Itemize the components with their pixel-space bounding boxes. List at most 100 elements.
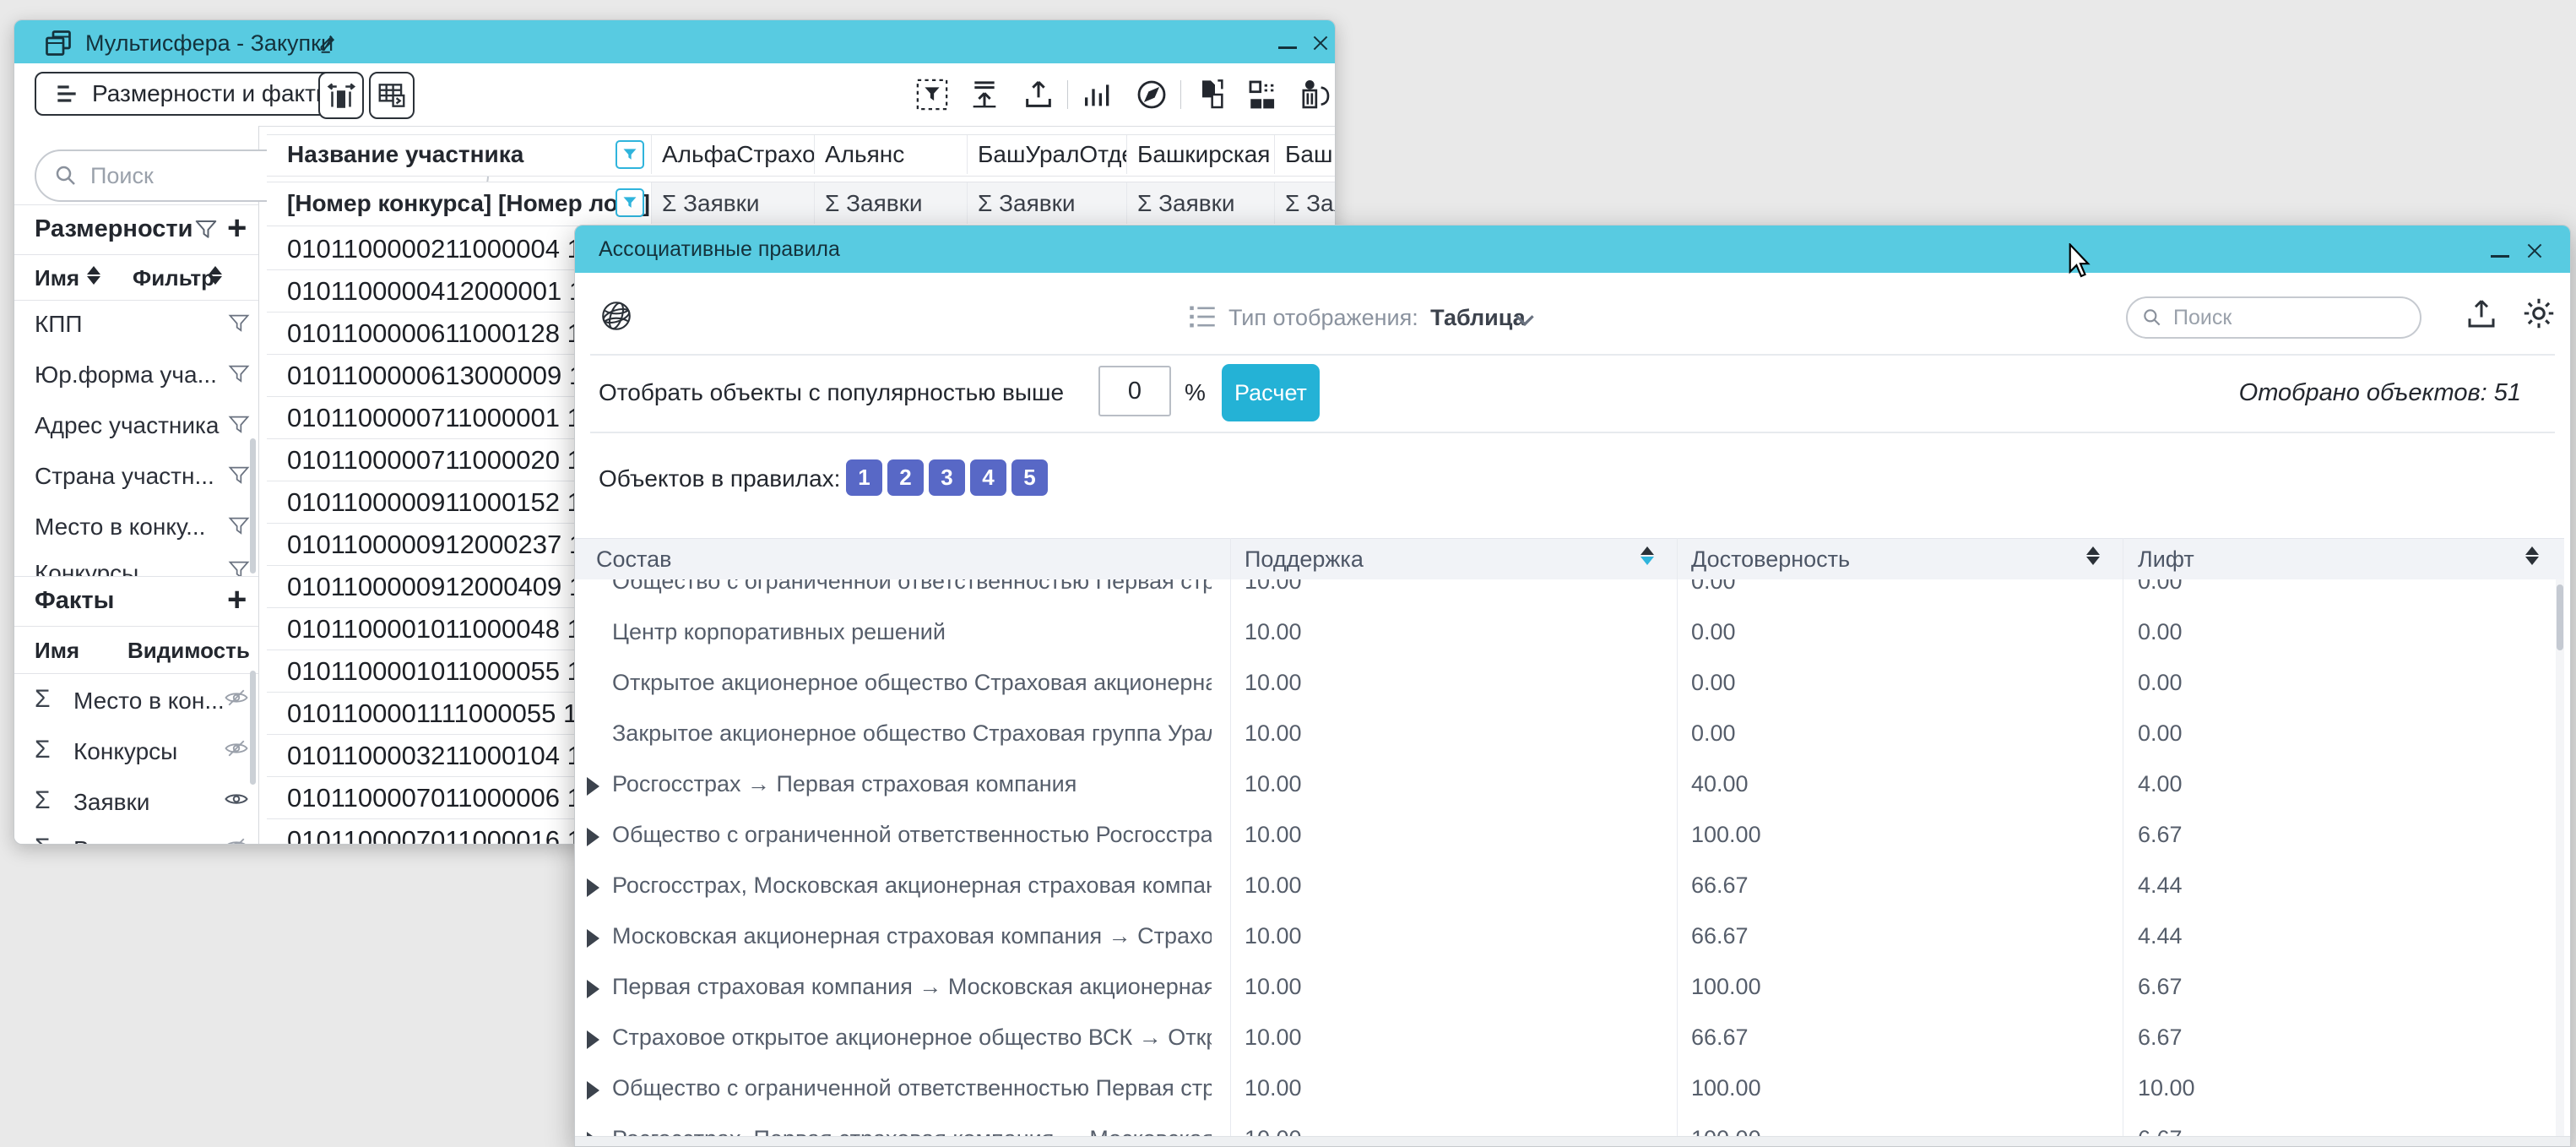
expand-icon[interactable] <box>587 828 599 846</box>
rule-row[interactable]: Центр корпоративных решений 10.00 0.00 0… <box>575 606 2556 658</box>
measure-header[interactable]: Σ Заявки <box>1274 182 1335 224</box>
measure-header[interactable]: Σ Заявки <box>1126 182 1274 224</box>
sort-filter-icon[interactable] <box>209 264 222 286</box>
row-dim-header[interactable]: Название участника <box>267 135 651 174</box>
fact-item[interactable]: Место в кон... <box>73 688 225 715</box>
filter-selection-icon[interactable] <box>914 77 950 112</box>
rule-row[interactable]: Общество с ограниченной ответственностью… <box>575 579 2556 607</box>
rule-row[interactable]: Росгосстрах, Первая страховая компания →… <box>575 1113 2556 1136</box>
col-confidence[interactable]: Достоверность <box>1691 539 1850 580</box>
dimensions-facts-button[interactable]: Размерности и факты <box>35 72 351 116</box>
filter-icon[interactable] <box>227 464 251 487</box>
add-fact-button[interactable]: + <box>227 587 247 612</box>
chevron-down-icon[interactable] <box>1514 313 1536 327</box>
minimize-button[interactable] <box>1272 20 1303 63</box>
dimensions-scrollbar[interactable] <box>250 438 256 574</box>
expand-icon[interactable] <box>587 1030 599 1049</box>
fact-col-visibility[interactable]: Видимость <box>127 638 250 664</box>
measure-header[interactable]: Σ Заявки <box>967 182 1126 224</box>
dimension-item[interactable]: Адрес участника <box>35 400 219 451</box>
filter-icon[interactable] <box>227 413 251 437</box>
dim-col-name[interactable]: Имя <box>35 265 79 291</box>
rule-size-chip-4[interactable]: 4 <box>970 459 1006 496</box>
column-header[interactable]: Альянс <box>814 135 967 174</box>
expand-icon[interactable] <box>587 929 599 948</box>
filter-button[interactable] <box>616 188 644 217</box>
copy-documents-icon[interactable] <box>1193 77 1228 112</box>
rule-size-chip-3[interactable]: 3 <box>929 459 965 496</box>
add-dimension-button[interactable]: + <box>227 215 247 241</box>
gear-icon[interactable] <box>2520 295 2557 332</box>
column-header[interactable]: Баш <box>1274 135 1335 174</box>
rule-row[interactable]: Общество с ограниченной ответственностью… <box>575 1063 2556 1114</box>
import-icon[interactable] <box>967 77 1002 112</box>
rule-size-chip-2[interactable]: 2 <box>887 459 924 496</box>
measure-header[interactable]: Σ Заявки <box>814 182 967 224</box>
structure-icon[interactable] <box>1245 77 1281 112</box>
row-dim-subheader[interactable]: [Номер конкурса] [Номер лота] <box>267 182 651 224</box>
eye-off-icon[interactable] <box>224 736 249 761</box>
popularity-input[interactable] <box>1098 366 1171 416</box>
edit-title-icon[interactable] <box>317 31 339 54</box>
dim-col-filter[interactable]: Фильтр <box>133 265 214 291</box>
export-icon[interactable] <box>1021 77 1056 112</box>
fact-item[interactable]: Заявки <box>73 789 149 816</box>
dimension-item[interactable]: Место в конку... <box>35 502 205 552</box>
filter-icon[interactable] <box>227 514 251 538</box>
rule-row[interactable]: Общество с ограниченной ответственностью… <box>575 809 2556 861</box>
eye-off-icon[interactable] <box>224 685 249 710</box>
calculate-button[interactable]: Расчет <box>1222 364 1320 421</box>
data-view-icon[interactable] <box>1298 77 1333 112</box>
globe-icon[interactable] <box>599 298 634 334</box>
eye-icon[interactable] <box>224 786 249 812</box>
compass-icon[interactable] <box>1134 77 1169 112</box>
bar-chart-icon[interactable] <box>1080 77 1115 112</box>
rules-scrollbar[interactable] <box>2556 579 2564 1136</box>
rule-row[interactable]: Росгосстрах, Московская акционерная стра… <box>575 860 2556 911</box>
close-button[interactable] <box>1308 30 1333 56</box>
expand-icon[interactable] <box>587 777 599 796</box>
dimensions-filter-icon[interactable] <box>193 217 219 242</box>
filter-icon[interactable] <box>227 312 251 335</box>
filter-icon[interactable] <box>227 362 251 386</box>
fact-item[interactable]: Выигравши... <box>73 836 219 845</box>
main-titlebar[interactable]: Мультисфера - Закупки <box>14 20 1335 63</box>
rule-row[interactable]: Закрытое акционерное общество Страховая … <box>575 708 2556 759</box>
dialog-export-icon[interactable] <box>2464 296 2499 332</box>
column-header[interactable]: Башкирская ст <box>1126 135 1274 174</box>
filter-button[interactable] <box>616 140 644 169</box>
table-view-button[interactable] <box>369 72 415 119</box>
eye-off-icon[interactable] <box>224 834 249 845</box>
dialog-close-button[interactable] <box>2522 238 2547 264</box>
dialog-search[interactable] <box>2126 296 2421 339</box>
facts-scrollbar[interactable] <box>250 671 256 785</box>
expand-icon[interactable] <box>587 980 599 998</box>
rule-row[interactable]: Росгосстрах → Первая страховая компания … <box>575 758 2556 810</box>
sort-support-icon[interactable] <box>1641 545 1654 567</box>
expand-icon[interactable] <box>587 878 599 897</box>
dialog-minimize-button[interactable] <box>2485 226 2515 273</box>
rule-size-chip-5[interactable]: 5 <box>1011 459 1048 496</box>
column-header[interactable]: АльфаСтрахова <box>651 135 814 174</box>
dimension-item[interactable]: Страна участн... <box>35 451 214 502</box>
horizontal-scroll-track[interactable] <box>575 1136 2570 1147</box>
column-width-button[interactable] <box>318 72 364 119</box>
col-support[interactable]: Поддержка <box>1245 539 1364 580</box>
display-type-dropdown[interactable]: Тип отображения: Таблица <box>1228 305 1526 331</box>
fact-col-name[interactable]: Имя <box>35 638 79 664</box>
rule-row[interactable]: Страховое открытое акционерное общество … <box>575 1012 2556 1063</box>
rule-size-chip-1[interactable]: 1 <box>846 459 882 496</box>
rule-row[interactable]: Московская акционерная страховая компани… <box>575 911 2556 962</box>
sort-name-icon[interactable] <box>87 264 100 286</box>
fact-item[interactable]: Конкурсы <box>73 738 177 765</box>
sort-lift-icon[interactable] <box>2525 545 2539 567</box>
dimension-item[interactable]: КПП <box>35 299 83 350</box>
dialog-search-input[interactable] <box>2172 305 2379 331</box>
dialog-titlebar[interactable]: Ассоциативные правила <box>575 226 2570 273</box>
column-header[interactable]: БашУралОтдел <box>967 135 1126 174</box>
expand-icon[interactable] <box>587 1081 599 1100</box>
rule-row[interactable]: Первая страховая компания → Московская а… <box>575 961 2556 1013</box>
rule-row[interactable]: Открытое акционерное общество Страховая … <box>575 657 2556 709</box>
sort-confidence-icon[interactable] <box>2086 545 2100 567</box>
col-lift[interactable]: Лифт <box>2138 539 2194 580</box>
